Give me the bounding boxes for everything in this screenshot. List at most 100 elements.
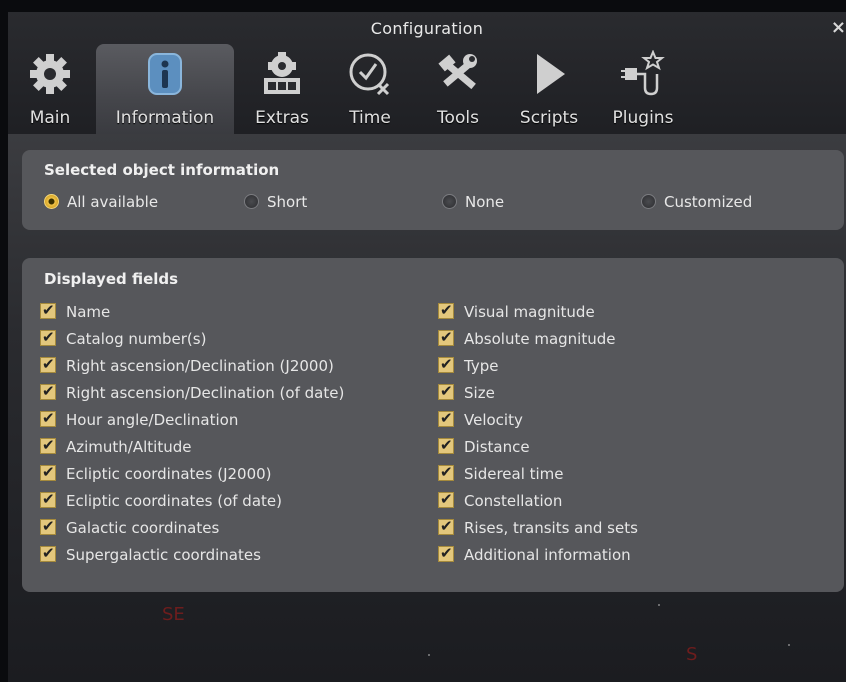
checkbox-constellation[interactable]: Constellation [438,489,563,511]
checkbox-indicator [40,381,56,401]
radio-none-label: None [465,193,505,211]
tab-scripts-label: Scripts [519,108,579,128]
radio-all-available-label: All available [67,193,159,211]
displayed-fields-panel: Displayed fields Name Catalog number(s) … [22,258,844,592]
tab-extras[interactable]: Extras [240,44,324,134]
checkbox-velocity[interactable]: Velocity [438,408,523,430]
radio-short[interactable]: Short [244,192,307,212]
tools-icon [438,54,477,90]
tab-scripts[interactable]: Scripts [504,44,594,134]
tab-information-label: Information [115,108,215,128]
checkbox-name[interactable]: Name [40,300,110,322]
checkbox-indicator [40,354,56,374]
checkbox-indicator [40,489,56,509]
checkbox-label: Type [464,357,499,375]
checkbox-label: Distance [464,438,530,456]
play-icon [537,54,565,94]
tab-time-label: Time [349,108,391,128]
checkbox-indicator [40,435,56,455]
checkbox-label: Constellation [464,492,563,510]
tab-information[interactable]: Information [96,44,234,134]
checkbox-indicator [438,516,454,536]
checkbox-label: Ecliptic coordinates (J2000) [66,465,272,483]
checkbox-ra-dec-of-date[interactable]: Right ascension/Declination (of date) [40,381,345,403]
checkbox-ecliptic-j2000[interactable]: Ecliptic coordinates (J2000) [40,462,272,484]
radio-short-label: Short [267,193,308,211]
radio-customized[interactable]: Customized [641,192,752,212]
checkbox-label: Ecliptic coordinates (of date) [66,492,282,510]
window-title: Configuration [370,19,484,38]
checkbox-label: Additional information [464,546,631,564]
plug-icon [621,50,665,96]
checkbox-indicator [438,543,454,563]
checkbox-label: Catalog number(s) [66,330,207,348]
checkbox-absolute-magnitude[interactable]: Absolute magnitude [438,327,616,349]
checkbox-label: Size [464,384,495,402]
checkbox-azimuth-altitude[interactable]: Azimuth/Altitude [40,435,192,457]
tab-main-label: Main [29,108,71,128]
tab-tools-label: Tools [437,108,479,128]
compass-southeast-label: SE [162,604,185,625]
tab-time[interactable]: Time [328,44,412,134]
tab-bar: Main Information Extras Time Tools Scrip… [8,44,846,134]
checkbox-hour-angle-dec[interactable]: Hour angle/Declination [40,408,238,430]
checkbox-label: Velocity [464,411,523,429]
checkbox-label: Visual magnitude [464,303,595,321]
checkbox-catalog-number[interactable]: Catalog number(s) [40,327,207,349]
checkbox-indicator [40,462,56,482]
checkbox-indicator [438,489,454,509]
checkbox-distance[interactable]: Distance [438,435,530,457]
tab-plugins-label: Plugins [612,108,674,128]
checkbox-ecliptic-of-date[interactable]: Ecliptic coordinates (of date) [40,489,282,511]
tab-extras-label: Extras [255,108,309,128]
selected-object-title: Selected object information [44,161,280,179]
checkbox-label: Absolute magnitude [464,330,616,348]
checkbox-label: Azimuth/Altitude [66,438,192,456]
checkbox-indicator [40,408,56,428]
checkbox-supergalactic[interactable]: Supergalactic coordinates [40,543,261,565]
tab-plugins[interactable]: Plugins [598,44,688,134]
radio-customized-label: Customized [664,193,753,211]
clock-icon [349,53,390,96]
close-icon[interactable]: × [831,17,846,38]
checkbox-indicator [40,543,56,563]
tab-main[interactable]: Main [8,44,92,134]
checkbox-label: Right ascension/Declination (of date) [66,384,345,402]
radio-indicator [442,194,457,209]
checkbox-label: Rises, transits and sets [464,519,638,537]
selected-object-panel: Selected object information All availabl… [22,150,844,230]
checkbox-indicator [40,327,56,347]
checkbox-galactic[interactable]: Galactic coordinates [40,516,220,538]
extras-icon [264,52,300,94]
star [428,654,430,656]
compass-south-label: S [686,644,698,665]
tab-tools[interactable]: Tools [416,44,500,134]
checkbox-label: Sidereal time [464,465,564,483]
gear-icon [30,54,70,94]
checkbox-additional-information[interactable]: Additional information [438,543,631,565]
checkbox-indicator [438,408,454,428]
checkbox-visual-magnitude[interactable]: Visual magnitude [438,300,595,322]
checkbox-size[interactable]: Size [438,381,495,403]
radio-indicator [641,194,656,209]
checkbox-ra-dec-j2000[interactable]: Right ascension/Declination (J2000) [40,354,334,376]
star [788,644,790,646]
checkbox-label: Supergalactic coordinates [66,546,261,564]
radio-indicator [44,194,59,209]
info-icon [148,53,182,95]
radio-indicator [244,194,259,209]
checkbox-label: Right ascension/Declination (J2000) [66,357,334,375]
checkbox-indicator [438,381,454,401]
checkbox-indicator [438,435,454,455]
radio-none[interactable]: None [442,192,504,212]
checkbox-indicator [438,327,454,347]
checkbox-indicator [438,462,454,482]
radio-all-available[interactable]: All available [44,192,158,212]
checkbox-rise-transit-set[interactable]: Rises, transits and sets [438,516,638,538]
checkbox-sidereal-time[interactable]: Sidereal time [438,462,564,484]
checkbox-indicator [40,516,56,536]
checkbox-label: Galactic coordinates [66,519,220,537]
checkbox-indicator [40,300,56,320]
checkbox-type[interactable]: Type [438,354,499,376]
checkbox-indicator [438,300,454,320]
